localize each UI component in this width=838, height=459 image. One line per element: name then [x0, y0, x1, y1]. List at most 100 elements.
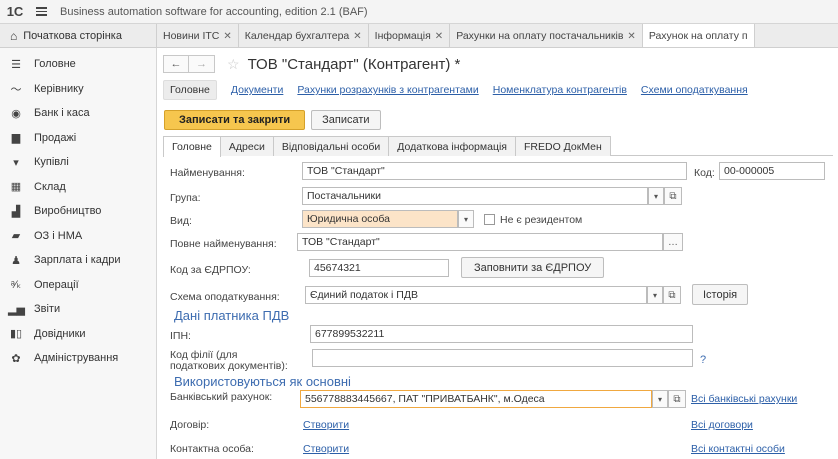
tab-additional[interactable]: Додаткова інформація — [388, 136, 516, 156]
section-settlement-accounts[interactable]: Рахунки розрахунків з контрагентами — [297, 84, 478, 96]
tax-scheme-input[interactable]: Єдиний податок і ПДВ — [305, 286, 647, 304]
section-documents[interactable]: Документи — [231, 84, 283, 96]
title-bar: 1С Business automation software for acco… — [0, 0, 838, 24]
bank-account-input[interactable]: 556778883445667, ПАТ "ПРИВАТБАНК", м.Оде… — [300, 390, 652, 408]
tab-responsible[interactable]: Відповідальні особи — [272, 136, 390, 156]
branch-code-label-line2: податкових документів): — [170, 360, 288, 372]
close-icon[interactable]: ✕ — [353, 31, 361, 42]
tab-home[interactable]: ⌂ Початкова сторінка — [0, 24, 157, 47]
sidebar-item-catalogs[interactable]: ▮▯ Довідники — [0, 322, 156, 347]
sidebar-item-warehouse[interactable]: ▦ Склад — [0, 175, 156, 200]
sidebar-item-bank[interactable]: ◉ Банк і каса — [0, 101, 156, 126]
sidebar-item-reports[interactable]: ▂▅ Звіти — [0, 297, 156, 322]
back-button[interactable]: ← — [163, 55, 189, 73]
section-main[interactable]: Головне — [163, 80, 217, 100]
person-icon: ♟ — [11, 254, 21, 267]
tab-addresses[interactable]: Адреси — [219, 136, 274, 156]
edrpou-label: Код за ЄДРПОУ: — [170, 264, 251, 276]
kind-dropdown-icon[interactable]: ▾ — [458, 210, 474, 228]
sidebar-item-label: Продажі — [34, 131, 77, 144]
tab-calendar[interactable]: Календар бухгалтера ✕ — [239, 24, 369, 47]
warehouse-icon: ▦ — [10, 181, 22, 194]
tab-main[interactable]: Головне — [163, 136, 221, 157]
tax-scheme-label: Схема оподаткування: — [170, 291, 280, 303]
sidebar-item-admin[interactable]: ✿ Адміністрування — [0, 346, 156, 371]
bag-icon: ▆ — [11, 132, 21, 145]
ipn-input[interactable]: 677899532211 — [310, 325, 693, 343]
tab-label: Календар бухгалтера — [244, 30, 350, 42]
sidebar-item-label: Довідники — [34, 327, 86, 340]
save-button[interactable]: Записати — [311, 110, 381, 130]
close-icon[interactable]: ✕ — [627, 31, 635, 42]
sidebar-item-label: Зарплата і кадри — [34, 254, 121, 267]
close-icon[interactable]: ✕ — [435, 31, 443, 42]
fill-by-edrpou-button[interactable]: Заповнити за ЄДРПОУ — [461, 257, 605, 278]
sidebar-item-sales[interactable]: ▆ Продажі — [0, 126, 156, 151]
fullname-input[interactable]: ТОВ "Стандарт" — [297, 233, 663, 251]
bank-account-open-icon[interactable]: ⧉ — [668, 390, 686, 408]
help-icon[interactable]: ? — [700, 354, 706, 366]
history-button[interactable]: Історія — [692, 284, 749, 305]
group-dropdown-icon[interactable]: ▾ — [648, 187, 664, 205]
sidebar-item-manager[interactable]: 〜 Керівнику — [0, 77, 156, 102]
form-sections: Головне Документи Рахунки розрахунків з … — [163, 79, 762, 101]
bank-account-label: Банківський рахунок: — [170, 391, 273, 403]
branch-code-input[interactable] — [312, 349, 693, 367]
sidebar-item-label: Керівнику — [34, 82, 84, 95]
sidebar-item-label: Склад — [34, 180, 66, 193]
section-nomenclature[interactable]: Номенклатура контрагентів — [493, 84, 627, 96]
create-contact-link[interactable]: Створити — [303, 443, 349, 455]
sidebar-item-production[interactable]: ▟ Виробництво — [0, 199, 156, 224]
create-contract-link[interactable]: Створити — [303, 419, 349, 431]
edrpou-input[interactable]: 45674321 — [309, 259, 449, 277]
fullname-more-icon[interactable]: … — [663, 233, 683, 251]
code-input[interactable]: 00-000005 — [719, 162, 825, 180]
tab-label: Рахунок на оплату п — [648, 30, 748, 42]
tab-supplier-invoices[interactable]: Рахунки на оплату постачальників ✕ — [450, 24, 643, 47]
all-contacts-link[interactable]: Всі контактні особи — [691, 443, 785, 455]
form-tabs: Головне Адреси Відповідальні особи Додат… — [163, 136, 833, 157]
sidebar-item-operations[interactable]: ᵃ⁄ₖ Операції — [0, 273, 156, 298]
tab-news[interactable]: Новини ІТС ✕ — [157, 24, 239, 47]
tax-scheme-open-icon[interactable]: ⧉ — [663, 286, 681, 304]
tax-scheme-dropdown-icon[interactable]: ▾ — [647, 286, 663, 304]
report-bars-icon: ▂▅ — [8, 303, 25, 316]
sidebar-item-salary[interactable]: ♟ Зарплата і кадри — [0, 248, 156, 273]
kind-select[interactable]: Юридична особа — [302, 210, 458, 228]
forward-button[interactable]: → — [189, 55, 215, 73]
sidebar: ☰ Головне 〜 Керівнику ◉ Банк і каса ▆ Продаж… — [0, 48, 157, 459]
nonresident-label: Не є резидентом — [500, 214, 583, 226]
sidebar-item-label: Звіти — [34, 303, 61, 316]
factory-icon: ▟ — [11, 205, 21, 218]
tab-home-label: Початкова сторінка — [23, 30, 122, 42]
group-open-icon[interactable]: ⧉ — [664, 187, 682, 205]
close-icon[interactable]: ✕ — [223, 31, 231, 42]
main-used-group-title: Використовуються як основні — [174, 374, 351, 389]
sidebar-item-label: Виробництво — [34, 205, 102, 218]
bank-account-dropdown-icon[interactable]: ▾ — [652, 390, 668, 408]
save-and-close-button[interactable]: Записати та закрити — [164, 110, 306, 130]
main-menu-icon[interactable] — [30, 0, 52, 24]
group-label: Група: — [170, 192, 201, 204]
tab-invoice[interactable]: Рахунок на оплату п — [642, 24, 755, 47]
ipn-label: ІПН: — [170, 330, 191, 342]
menu-icon: ☰ — [11, 58, 21, 71]
gear-icon: ✿ — [11, 352, 21, 365]
app-title: Business automation software for account… — [60, 5, 368, 18]
chart-line-icon: 〜 — [10, 83, 22, 96]
all-contracts-link[interactable]: Всі договори — [691, 419, 753, 431]
sidebar-item-assets[interactable]: ▰ ОЗ і НМА — [0, 224, 156, 249]
sidebar-item-purchases[interactable]: ▾ Купівлі — [0, 150, 156, 175]
favorite-star-icon[interactable]: ☆ — [227, 56, 240, 73]
sidebar-item-main[interactable]: ☰ Головне — [0, 52, 156, 77]
truck-icon: ▰ — [11, 230, 21, 243]
tab-information[interactable]: Інформація ✕ — [369, 24, 451, 47]
tab-fredo[interactable]: FREDO ДокМен — [514, 136, 611, 156]
nonresident-checkbox[interactable] — [484, 214, 495, 225]
all-bank-accounts-link[interactable]: Всі банківські рахунки — [691, 393, 797, 405]
section-tax-schemes[interactable]: Схеми оподаткування — [641, 84, 748, 96]
form-header: ← → ☆ ТОВ "Стандарт" (Контрагент) * — [163, 54, 460, 74]
group-input[interactable]: Постачальники — [302, 187, 648, 205]
name-input[interactable]: ТОВ "Стандарт" — [302, 162, 687, 180]
sidebar-item-label: Головне — [34, 58, 76, 71]
